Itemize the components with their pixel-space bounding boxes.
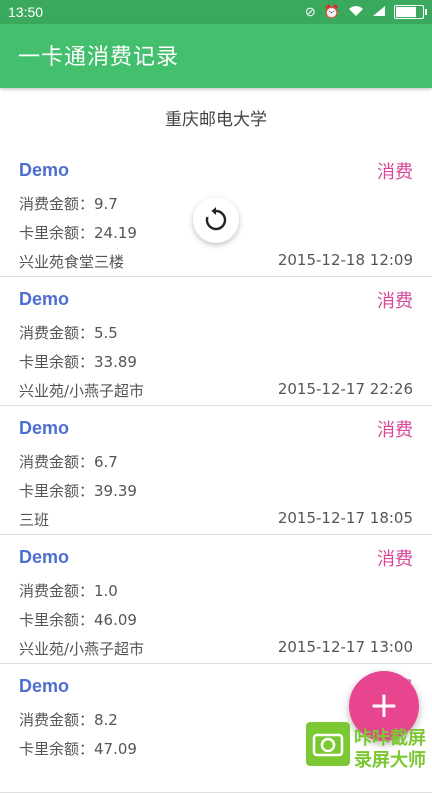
camera-icon (306, 722, 350, 766)
record-time: 2015-12-17 22:26 (277, 380, 413, 398)
app-bar: 一卡通消费记录 (0, 24, 432, 88)
record-type: 消费 (377, 162, 413, 183)
record-amount: 消费金额：5.5 (19, 324, 118, 342)
record-balance: 卡里余额：33.89 (19, 353, 137, 371)
record-location: 兴业苑食堂三楼 (19, 253, 125, 271)
wifi-icon (348, 5, 364, 20)
battery-icon (394, 5, 427, 19)
status-bar: 13:50 ⊘ ⏰ (0, 0, 432, 24)
record-balance: 卡里余额：47.09 (19, 740, 137, 758)
record-user: Demo (19, 676, 70, 696)
record-card[interactable]: Demo 消费 消费金额：5.5 卡里余额：33.89 兴业苑/小燕子超市 20… (0, 277, 432, 406)
record-user: Demo (19, 418, 70, 438)
record-type: 消费 (377, 420, 413, 441)
watermark-line2: 录屏大师 (354, 750, 426, 771)
no-sim-icon: ⊘ (304, 4, 316, 19)
record-type: 消费 (377, 549, 413, 570)
record-balance: 卡里余额：46.09 (19, 611, 137, 629)
refresh-icon (205, 207, 227, 231)
watermark: 咔咔截屏 录屏大师 (306, 722, 432, 771)
alarm-icon: ⏰ (323, 4, 340, 19)
record-location: 兴业苑/小燕子超市 (19, 640, 145, 658)
signal-icon (372, 5, 386, 20)
battery-fill (396, 7, 417, 17)
record-type: 消费 (377, 291, 413, 312)
record-card[interactable]: Demo 消费 消费金额：6.7 卡里余额：39.39 三班 2015-12-1… (0, 406, 432, 535)
record-amount: 消费金额：1.0 (19, 582, 118, 600)
record-balance: 卡里余额：39.39 (19, 482, 137, 500)
record-amount: 消费金额：9.7 (19, 195, 118, 213)
record-balance: 卡里余额：24.19 (19, 224, 137, 242)
record-time: 2015-12-18 12:09 (277, 251, 413, 269)
record-user: Demo (19, 289, 70, 309)
record-card[interactable]: Demo 消费 消费金额：1.0 卡里余额：46.09 兴业苑/小燕子超市 20… (0, 535, 432, 664)
record-time: 2015-12-17 13:00 (277, 638, 413, 656)
record-amount: 消费金额：8.2 (19, 711, 118, 729)
status-time: 13:50 (8, 4, 44, 20)
record-amount: 消费金额：6.7 (19, 453, 118, 471)
refresh-spinner (193, 197, 239, 243)
school-header: 重庆邮电大学 (165, 110, 267, 130)
record-user: Demo (19, 160, 70, 180)
record-time: 2015-12-17 18:05 (277, 509, 413, 527)
record-location: 三班 (19, 511, 50, 529)
record-location: 兴业苑/小燕子超市 (19, 382, 145, 400)
page-title: 一卡通消费记录 (18, 45, 180, 70)
record-user: Demo (19, 547, 70, 567)
status-icons: ⊘ ⏰ (304, 4, 427, 20)
